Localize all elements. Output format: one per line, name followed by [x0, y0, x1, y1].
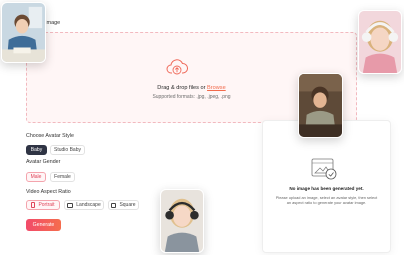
aspect-option-landscape[interactable]: Landscape	[64, 200, 104, 210]
image-placeholder-icon	[311, 158, 339, 182]
sample-photo-boy-drawing	[1, 2, 46, 63]
style-option-baby[interactable]: Baby	[26, 145, 47, 155]
style-option-studio-baby[interactable]: Studio Baby	[50, 145, 85, 155]
avatar-gender-label: Avatar Gender	[26, 159, 61, 165]
square-icon	[111, 202, 117, 208]
gender-option-female[interactable]: Female	[50, 172, 75, 182]
result-empty-title: No image has been generated yet.	[289, 186, 364, 191]
portrait-icon	[31, 202, 36, 208]
avatar-style-label: Choose Avatar Style	[26, 133, 74, 139]
generate-button[interactable]: Generate	[26, 219, 61, 231]
aspect-option-portrait[interactable]: Portrait	[26, 200, 60, 210]
aspect-option-square[interactable]: Square	[108, 200, 139, 210]
sample-photo-boy-desk	[298, 73, 343, 138]
browse-link[interactable]: Browse	[207, 85, 226, 91]
aspect-ratio-label: Video Aspect Ratio	[26, 189, 71, 195]
sample-photo-girl-smiling	[160, 189, 204, 253]
landscape-icon	[67, 202, 74, 208]
sample-photo-girl-headphones	[358, 10, 402, 74]
gender-option-male[interactable]: Male	[26, 172, 46, 182]
result-empty-description: Please upload an image, select an avatar…	[275, 195, 378, 206]
cloud-upload-icon	[166, 58, 188, 78]
